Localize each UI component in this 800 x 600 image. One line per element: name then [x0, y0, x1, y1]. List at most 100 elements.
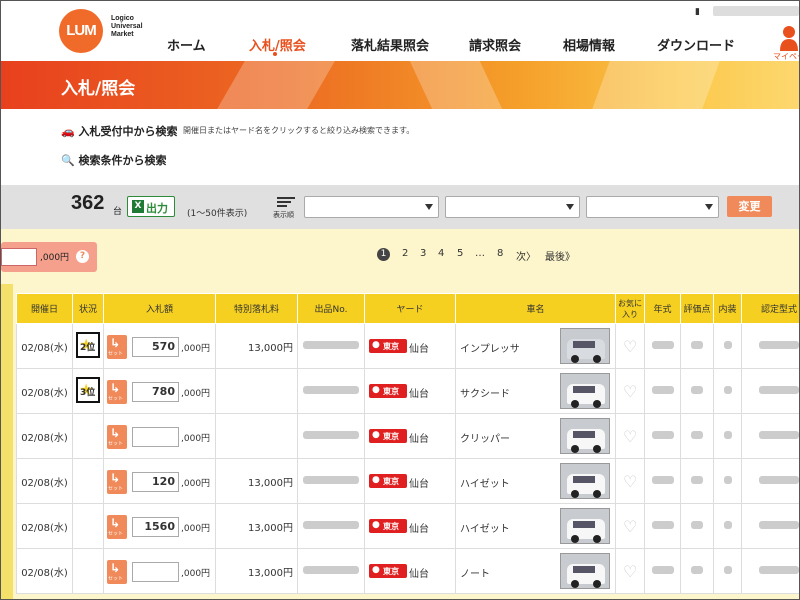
- nav-result-inquiry[interactable]: 落札結果照会: [351, 35, 429, 54]
- last-page-link[interactable]: 最後》: [545, 248, 575, 263]
- excel-export-button[interactable]: X 出力: [127, 196, 175, 217]
- car-thumbnail[interactable]: [560, 553, 610, 589]
- logo[interactable]: LUM: [59, 9, 103, 53]
- header-grade[interactable]: 評価点: [680, 293, 714, 324]
- table-header-row: 開催日 状況 入札額 特別落札料 出品No. ヤード 車名 お気に入り 年式 評…: [16, 293, 799, 324]
- car-thumbnail[interactable]: [560, 418, 610, 454]
- cell-date[interactable]: 02/08(水): [16, 368, 73, 414]
- set-button[interactable]: ↳ セット: [107, 515, 127, 539]
- set-button[interactable]: ↳ セット: [107, 425, 127, 449]
- header-favorite[interactable]: お気に入り: [615, 293, 645, 324]
- heart-icon[interactable]: ♡: [623, 337, 637, 356]
- cell-listing-no[interactable]: [297, 548, 365, 594]
- cell-favorite: ♡: [615, 458, 645, 504]
- car-thumbnail[interactable]: [560, 328, 610, 364]
- heart-icon[interactable]: ♡: [623, 562, 637, 581]
- nav-market-info[interactable]: 相場情報: [563, 35, 615, 54]
- set-button[interactable]: ↳ セット: [107, 335, 127, 359]
- header-listing-no[interactable]: 出品No.: [297, 293, 365, 324]
- bid-input[interactable]: [132, 427, 179, 447]
- blurred-value: [723, 340, 732, 349]
- nav-download[interactable]: ダウンロード: [657, 35, 735, 54]
- car-name[interactable]: インプレッサ: [460, 340, 520, 355]
- cell-date[interactable]: 02/08(水): [16, 413, 73, 459]
- sort-select-3[interactable]: [586, 196, 719, 218]
- pin-icon: ●: [372, 340, 380, 350]
- heart-icon[interactable]: ♡: [623, 427, 637, 446]
- cell-listing-no[interactable]: [297, 323, 365, 369]
- car-thumbnail[interactable]: [560, 463, 610, 499]
- car-name[interactable]: クリッパー: [460, 430, 510, 445]
- page-link[interactable]: 2: [402, 248, 408, 259]
- cell-date[interactable]: 02/08(水): [16, 548, 73, 594]
- header-year[interactable]: 年式: [644, 293, 681, 324]
- header-yard[interactable]: ヤード: [364, 293, 456, 324]
- header-car-name[interactable]: 車名: [455, 293, 616, 324]
- header-bid[interactable]: 入札額: [103, 293, 216, 324]
- set-button[interactable]: ↳ セット: [107, 470, 127, 494]
- header-interior[interactable]: 内装: [713, 293, 742, 324]
- page-current[interactable]: 1: [377, 248, 390, 261]
- car-name[interactable]: ノート: [460, 565, 490, 580]
- page-link[interactable]: 3: [420, 248, 426, 259]
- cell-date[interactable]: 02/08(水): [16, 458, 73, 504]
- rank-badge: ★ 2位: [76, 331, 100, 358]
- header-model[interactable]: 認定型式: [741, 293, 799, 324]
- set-button[interactable]: ↳ セット: [107, 560, 127, 584]
- cell-model: [741, 368, 799, 414]
- next-page-link[interactable]: 次〉: [516, 248, 536, 263]
- bid-input[interactable]: 120: [132, 472, 179, 492]
- yard-badge[interactable]: ● 東京: [369, 519, 407, 533]
- sort-select-1[interactable]: [304, 196, 439, 218]
- change-button[interactable]: 変更: [727, 196, 772, 217]
- bulk-bid-input[interactable]: [1, 248, 37, 266]
- yard-badge[interactable]: ● 東京: [369, 564, 407, 578]
- heart-icon[interactable]: ♡: [623, 382, 637, 401]
- bid-input[interactable]: 570: [132, 337, 179, 357]
- user-icon[interactable]: [779, 25, 799, 51]
- car-thumbnail[interactable]: [560, 373, 610, 409]
- cell-listing-no[interactable]: [297, 368, 365, 414]
- cell-date[interactable]: 02/08(水): [16, 503, 73, 549]
- help-icon[interactable]: ?: [76, 250, 89, 263]
- cell-listing-no[interactable]: [297, 458, 365, 504]
- nav-billing-inquiry[interactable]: 請求照会: [469, 35, 521, 54]
- cell-yard: ● 東京 仙台: [364, 323, 456, 369]
- car-name[interactable]: サクシード: [460, 385, 510, 400]
- sort-select-2[interactable]: [445, 196, 580, 218]
- header-special-fee[interactable]: 特別落札料: [215, 293, 298, 324]
- page-link[interactable]: 8: [497, 248, 503, 259]
- logo-text: Logico Universal Market: [111, 15, 143, 38]
- cell-special-fee: 13,000円: [215, 458, 298, 504]
- search-accepting-link[interactable]: 🚗 入札受付中から検索: [61, 123, 178, 139]
- header-status[interactable]: 状況: [72, 293, 104, 324]
- yard-badge[interactable]: ● 東京: [369, 429, 407, 443]
- cell-model: [741, 413, 799, 459]
- bid-input[interactable]: 1560: [132, 517, 179, 537]
- heart-icon[interactable]: ♡: [623, 517, 637, 536]
- set-button[interactable]: ↳ セット: [107, 380, 127, 404]
- search-conditions-link[interactable]: 🔍 検索条件から検索: [61, 152, 167, 168]
- yard-badge[interactable]: ● 東京: [369, 474, 407, 488]
- cell-date[interactable]: 02/08(水): [16, 323, 73, 369]
- cell-car: クリッパー: [455, 413, 616, 459]
- car-name[interactable]: ハイゼット: [460, 520, 510, 535]
- page-link[interactable]: 4: [438, 248, 444, 259]
- bid-input[interactable]: 780: [132, 382, 179, 402]
- heart-icon[interactable]: ♡: [623, 472, 637, 491]
- cell-listing-no[interactable]: [297, 503, 365, 549]
- page-link[interactable]: 5: [457, 248, 463, 259]
- bid-input[interactable]: [132, 562, 179, 582]
- sort-icon[interactable]: [277, 197, 295, 207]
- car-name[interactable]: ハイゼット: [460, 475, 510, 490]
- yard-badge[interactable]: ● 東京: [369, 384, 407, 398]
- blurred-value: [651, 385, 674, 394]
- yard-badge[interactable]: ● 東京: [369, 339, 407, 353]
- cell-listing-no[interactable]: [297, 413, 365, 459]
- nav-home[interactable]: ホーム: [167, 35, 206, 54]
- cell-model: [741, 458, 799, 504]
- car-thumbnail[interactable]: [560, 508, 610, 544]
- header-date[interactable]: 開催日: [16, 293, 73, 324]
- nav-bid-inquiry[interactable]: 入札/照会: [249, 35, 306, 54]
- cell-favorite: ♡: [615, 548, 645, 594]
